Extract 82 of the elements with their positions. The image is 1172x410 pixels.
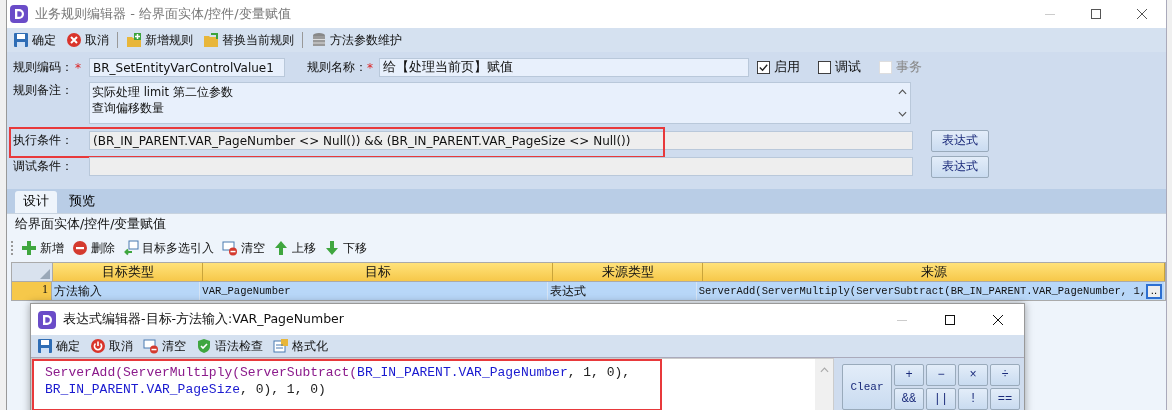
toolbar-button[interactable]: 确定	[35, 337, 82, 355]
checkbox[interactable]	[818, 61, 831, 74]
clear-icon	[143, 338, 159, 354]
field-label: 规则名称：	[307, 59, 367, 76]
condition-field[interactable]: (BR_IN_PARENT.VAR_PageNumber <> Null()) && (BR_IN_PARENT.VAR_PageSize <> Null())	[89, 131, 913, 150]
toolbar-button[interactable]: 方法参数维护	[309, 31, 404, 49]
minus-circle-icon	[72, 240, 88, 256]
table-cell-text: ServerAdd(ServerMultiply(ServerSubtract(BR_IN_PARENT.VAR_PageNumber, 1,	[698, 284, 1146, 299]
table-cell: 表达式	[548, 282, 697, 300]
toolbar-button[interactable]: 目标多选引入	[121, 239, 216, 257]
checkbox-label: 启用	[774, 59, 800, 76]
toolbar-button[interactable]: 清空	[220, 239, 267, 257]
toolbar-button[interactable]: 语法检查	[194, 337, 265, 355]
format-grid-icon	[273, 338, 289, 354]
up-arrow-icon	[273, 240, 289, 256]
ellipsis-button[interactable]: ..	[1146, 283, 1162, 299]
toolbar-button[interactable]: 格式化	[271, 337, 330, 355]
expression-button[interactable]: 表达式	[931, 129, 989, 152]
folder-plus-icon	[126, 32, 142, 48]
remark-field[interactable]: 实际处理 limit 第二位参数 查询偏移数量	[89, 82, 911, 124]
toolbar-button[interactable]: 取消	[88, 337, 135, 355]
down-arrow-icon	[324, 240, 340, 256]
keypad-button[interactable]: +	[894, 364, 924, 386]
debug-condition-field[interactable]	[89, 157, 913, 176]
tab[interactable]: 设计	[15, 191, 57, 213]
code-line: BR_IN_PARENT.VAR_PageSize, 0), 1, 0)	[45, 381, 327, 398]
shield-check-icon	[196, 338, 212, 354]
expression-button[interactable]: 表达式	[931, 155, 989, 178]
field-label: 执行条件：	[13, 132, 74, 149]
row-number: 1	[12, 282, 52, 300]
power-icon	[90, 338, 106, 354]
close-icon[interactable]	[1136, 8, 1148, 20]
scrollbar[interactable]	[815, 359, 833, 410]
toolbar-button[interactable]: 下移	[322, 239, 369, 257]
toolbar-button[interactable]: 新增规则	[124, 31, 195, 49]
code-line: ServerAdd(ServerMultiply(ServerSubtract(BR_IN_PARENT.VAR_PageNumber, 1, 0),	[45, 364, 632, 381]
app-logo-icon	[38, 310, 56, 329]
plus-icon	[21, 240, 37, 256]
toolbar-button[interactable]: 删除	[70, 239, 117, 257]
keypad-button[interactable]: ==	[990, 388, 1020, 410]
code-editor[interactable]: ServerAdd(ServerMultiply(ServerSubtract(BR_IN_PARENT.VAR_PageNumber, 1, 0), BR_IN_PARENT.VAR_PageSize, 0), 1, 0)	[31, 358, 834, 410]
table-cell: VAR_PageNumber	[200, 282, 549, 300]
checkbox[interactable]	[757, 61, 770, 74]
field-label: 规则备注：	[13, 82, 74, 99]
cancel-icon	[66, 32, 82, 48]
maximize-icon[interactable]	[1090, 8, 1102, 20]
field-label: 调试条件：	[13, 158, 74, 175]
keypad-button[interactable]: Clear	[842, 364, 892, 410]
database-icon	[311, 32, 327, 48]
toolbar-button[interactable]: 上移	[271, 239, 318, 257]
keypad-button[interactable]: &&	[894, 388, 924, 410]
app-logo-icon	[10, 5, 28, 23]
field-label: 规则编码：	[13, 59, 74, 76]
keypad-button[interactable]: !	[958, 388, 988, 410]
checkbox-label: 事务	[896, 59, 922, 76]
table-cell: 方法输入	[51, 282, 201, 300]
keypad-button[interactable]: ×	[958, 364, 988, 386]
required-mark: *	[75, 60, 82, 75]
toolbar-button[interactable]: 确定	[11, 31, 58, 49]
keypad-button[interactable]: ÷	[990, 364, 1020, 386]
toolbar-button[interactable]: 替换当前规则	[201, 31, 296, 49]
rule-name-field[interactable]: 给【处理当前页】赋值	[379, 58, 749, 77]
scroll-up-icon[interactable]	[897, 89, 907, 95]
import-arrow-icon	[123, 240, 139, 256]
clear-icon	[222, 240, 238, 256]
tab[interactable]: 预览	[61, 191, 103, 213]
window-title: 业务规则编辑器 - 给界面实体/控件/变量赋值	[35, 5, 292, 23]
folder-icon	[203, 32, 219, 48]
dialog-title: 表达式编辑器-目标-方法输入:VAR_PageNumber	[63, 311, 345, 328]
maximize-icon[interactable]	[944, 313, 956, 326]
rule-code-field[interactable]: BR_SetEntityVarControlValue1	[89, 58, 285, 77]
keypad-button[interactable]: −	[926, 364, 956, 386]
toolbar-button[interactable]: 新增	[19, 239, 66, 257]
table-row[interactable]: 1 方法输入 VAR_PageNumber 表达式 ServerAdd(ServerMultiply(ServerSubtract(BR_IN_PARENT.VAR_PageNumber, 1, ..	[12, 281, 1165, 300]
required-mark: *	[367, 60, 374, 75]
checkbox-label: 调试	[835, 59, 861, 76]
toolbar-button[interactable]: 清空	[141, 337, 188, 355]
keypad-button[interactable]: ||	[926, 388, 956, 410]
close-icon[interactable]	[992, 313, 1004, 326]
toolbar-button[interactable]: 取消	[64, 31, 111, 49]
group-title: 给界面实体/控件/变量赋值	[14, 215, 168, 233]
scroll-down-icon[interactable]	[897, 111, 907, 117]
